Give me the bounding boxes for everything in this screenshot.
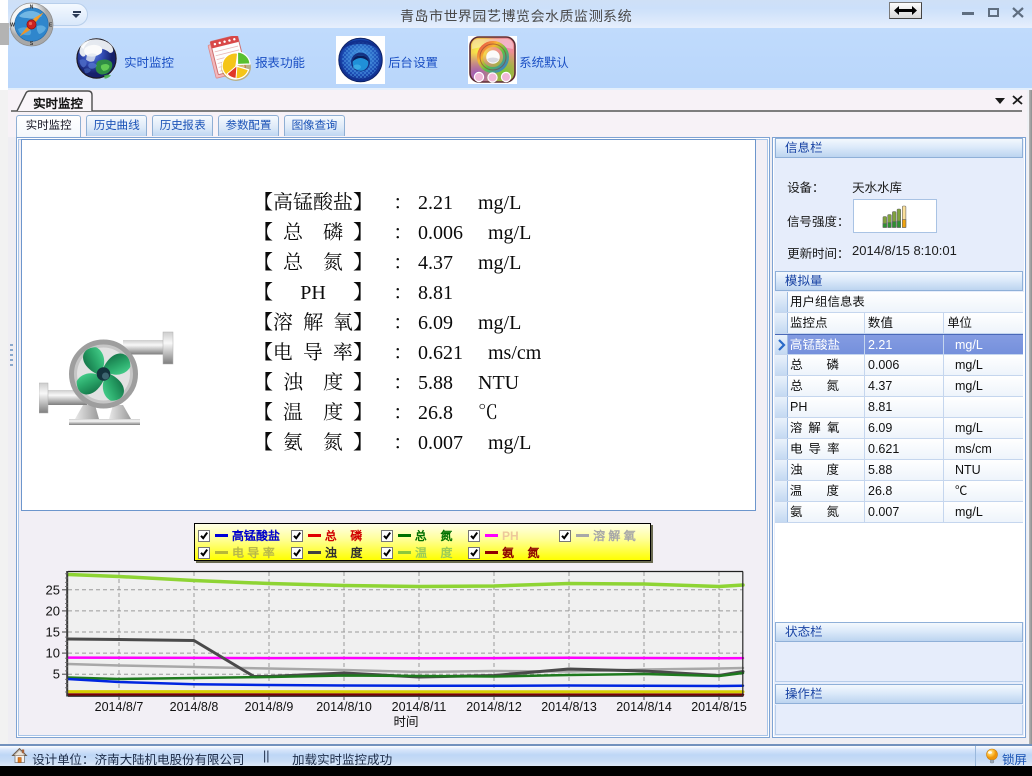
svg-text:2014/8/8: 2014/8/8 [170, 700, 219, 714]
svg-text:25: 25 [46, 582, 60, 597]
svg-text:时间: 时间 [393, 715, 418, 729]
svg-text:2014/8/14: 2014/8/14 [616, 700, 672, 714]
svg-text:N: N [30, 5, 34, 11]
svg-text:15: 15 [46, 625, 60, 640]
svg-text:10: 10 [46, 646, 60, 661]
svg-text:2014/8/10: 2014/8/10 [316, 700, 372, 714]
svg-text:2014/8/11: 2014/8/11 [392, 700, 447, 714]
svg-text:5: 5 [53, 667, 60, 682]
svg-text:2014/8/15: 2014/8/15 [691, 700, 747, 714]
svg-text:20: 20 [46, 603, 60, 618]
svg-text:2014/8/13: 2014/8/13 [541, 700, 597, 714]
svg-text:2014/8/12: 2014/8/12 [466, 700, 522, 714]
svg-text:W: W [10, 23, 15, 29]
svg-text:2014/8/9: 2014/8/9 [245, 700, 294, 714]
svg-text:2014/8/7: 2014/8/7 [95, 700, 144, 714]
